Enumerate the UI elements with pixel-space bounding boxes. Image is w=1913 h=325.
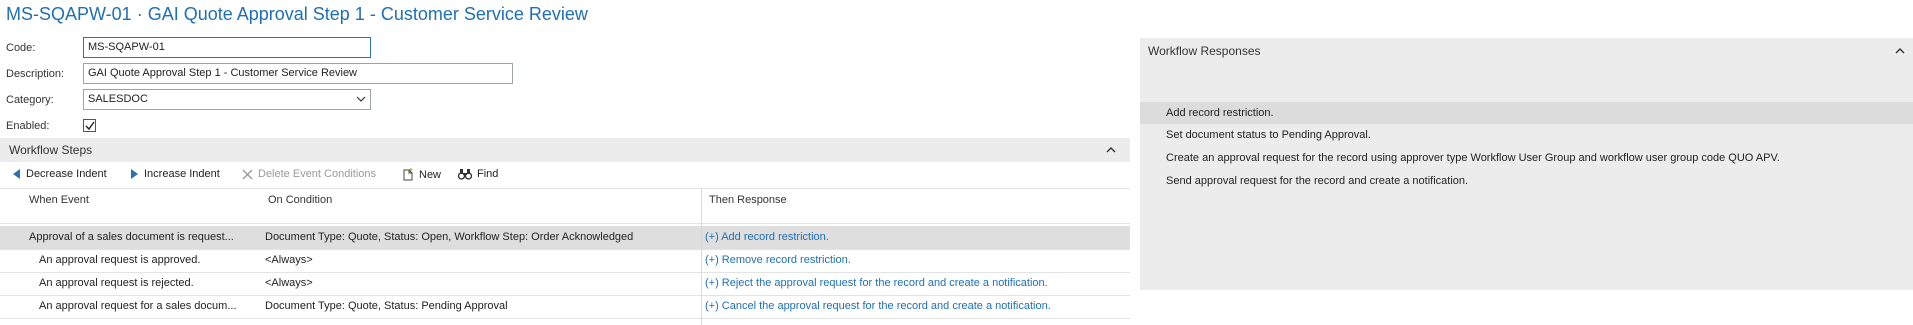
delete-event-conditions-button[interactable]: Delete Event Conditions (242, 168, 376, 180)
category-value: SALESDOC (88, 93, 148, 105)
then-response-link[interactable]: (+) Reject the approval request for the … (705, 277, 1048, 289)
binoculars-icon (458, 169, 472, 180)
workflow-responses-panel: Workflow Responses Add record restrictio… (1140, 38, 1913, 290)
on-condition-cell[interactable]: Document Type: Quote, Status: Open, Work… (265, 231, 633, 243)
table-row[interactable]: Approval of a sales document is request.… (0, 226, 1130, 249)
then-response-link[interactable]: (+) Cancel the approval request for the … (705, 300, 1051, 312)
column-header-on-condition[interactable]: On Condition (268, 194, 332, 206)
column-header-then-response[interactable]: Then Response (709, 194, 787, 206)
checkmark-icon (85, 121, 95, 131)
on-condition-cell[interactable]: <Always> (265, 277, 313, 289)
triangle-left-icon (13, 169, 20, 179)
grid-divider (0, 318, 1130, 319)
when-event-cell: An approval request is approved. (39, 254, 201, 266)
when-event-cell: Approval of a sales document is request.… (29, 231, 234, 243)
workflow-steps-header[interactable]: Workflow Steps (0, 138, 1130, 162)
delete-event-conditions-label: Delete Event Conditions (258, 168, 377, 180)
category-select[interactable]: SALESDOC (83, 89, 371, 110)
on-condition-cell[interactable]: <Always> (265, 254, 313, 266)
response-text: Set document status to Pending Approval. (1166, 129, 1371, 141)
category-label: Category: (6, 94, 54, 106)
grid-divider (0, 223, 1130, 224)
page-title: MS-SQAPW-01 · GAI Quote Approval Step 1 … (6, 4, 588, 24)
code-label: Code: (6, 42, 36, 54)
enabled-checkbox[interactable] (83, 119, 96, 132)
on-condition-cell[interactable]: Document Type: Quote, Status: Pending Ap… (265, 300, 508, 312)
table-row[interactable]: An approval request is approved. <Always… (0, 249, 1130, 272)
increase-indent-button[interactable]: Increase Indent (130, 168, 220, 180)
table-row[interactable]: An approval request for a sales docum...… (0, 295, 1130, 318)
enabled-label: Enabled: (6, 120, 50, 132)
then-response-link[interactable]: (+) Add record restriction. (705, 231, 829, 243)
x-icon (242, 169, 253, 179)
when-event-cell: An approval request is rejected. (39, 277, 194, 289)
new-button[interactable]: New (402, 168, 441, 181)
chevron-down-icon (356, 96, 366, 102)
description-label: Description: (6, 68, 65, 80)
column-header-when-event[interactable]: When Event (29, 194, 89, 206)
list-item[interactable]: Send approval request for the record and… (1140, 170, 1913, 192)
chevron-up-icon[interactable] (1106, 146, 1116, 154)
increase-indent-label: Increase Indent (144, 168, 220, 180)
response-text: Add record restriction. (1166, 107, 1274, 119)
column-divider (701, 188, 702, 325)
grid-divider (0, 188, 1130, 189)
triangle-right-icon (131, 169, 138, 179)
list-item[interactable]: Create an approval request for the recor… (1140, 147, 1913, 169)
workflow-steps-grid: When Event On Condition Then Response Ap… (0, 188, 1130, 325)
workflow-steps-toolbar: Decrease Indent Increase Indent Delete E… (0, 166, 1130, 186)
new-label: New (419, 168, 442, 181)
response-text: Send approval request for the record and… (1166, 175, 1469, 187)
response-text: Create an approval request for the recor… (1166, 152, 1780, 164)
table-row[interactable]: An approval request is rejected. <Always… (0, 272, 1130, 295)
list-item[interactable]: Set document status to Pending Approval. (1140, 124, 1913, 146)
new-document-icon (403, 168, 413, 181)
then-response-link[interactable]: (+) Remove record restriction. (705, 254, 851, 266)
code-field[interactable]: MS-SQAPW-01 (83, 37, 371, 58)
decrease-indent-button[interactable]: Decrease Indent (12, 168, 107, 180)
description-field[interactable]: GAI Quote Approval Step 1 - Customer Ser… (83, 63, 513, 84)
workflow-steps-title: Workflow Steps (9, 143, 93, 157)
find-label: Find (477, 168, 499, 180)
list-item[interactable]: Add record restriction. (1140, 102, 1913, 124)
find-button[interactable]: Find (458, 168, 498, 180)
when-event-cell: An approval request for a sales docum... (39, 300, 237, 312)
chevron-up-icon[interactable] (1895, 47, 1905, 55)
workflow-responses-title: Workflow Responses (1148, 44, 1261, 58)
decrease-indent-label: Decrease Indent (26, 168, 107, 180)
